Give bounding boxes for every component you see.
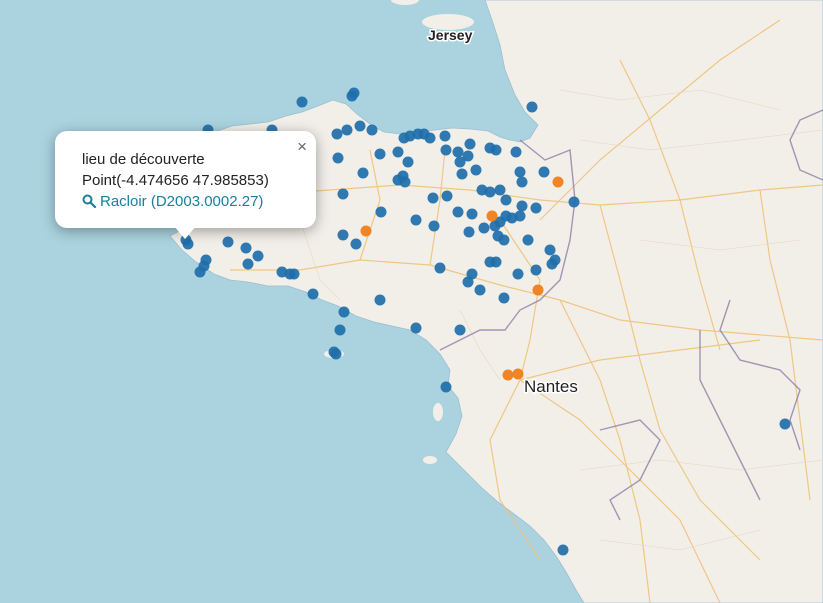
- popup-tip: [174, 226, 196, 239]
- map-marker-blue-62[interactable]: [512, 268, 524, 280]
- map-marker-blue-39[interactable]: [402, 156, 414, 168]
- map-marker-blue-9[interactable]: [332, 152, 344, 164]
- map-marker-blue-2[interactable]: [348, 87, 360, 99]
- map-marker-blue-10[interactable]: [337, 188, 349, 200]
- map-marker-blue-7[interactable]: [354, 120, 366, 132]
- map-marker-blue-64[interactable]: [484, 256, 496, 268]
- popup-close-button[interactable]: ×: [297, 137, 307, 157]
- map-marker-blue-95[interactable]: [779, 418, 791, 430]
- map-marker-blue-27[interactable]: [470, 164, 482, 176]
- map-marker-blue-42[interactable]: [441, 190, 453, 202]
- label-jersey: Jersey: [428, 27, 473, 43]
- map-marker-blue-20[interactable]: [440, 144, 452, 156]
- map-marker-blue-33[interactable]: [516, 176, 528, 188]
- map-marker-blue-68[interactable]: [498, 292, 510, 304]
- map-marker-blue-70[interactable]: [434, 262, 446, 274]
- map-marker-blue-34[interactable]: [538, 166, 550, 178]
- map-marker-blue-71[interactable]: [337, 229, 349, 241]
- map-marker-blue-58[interactable]: [544, 244, 556, 256]
- map-marker-blue-56[interactable]: [498, 234, 510, 246]
- map-marker-blue-82[interactable]: [194, 266, 206, 278]
- map-marker-blue-96[interactable]: [526, 101, 538, 113]
- map-marker-blue-38[interactable]: [399, 176, 411, 188]
- map-canvas[interactable]: Jersey Nantes: [0, 0, 823, 603]
- popup-coordinates: Point(-4.474656 47.985853): [82, 172, 269, 189]
- search-icon: [82, 194, 97, 209]
- map-marker-blue-12[interactable]: [374, 148, 386, 160]
- map-marker-blue-19[interactable]: [439, 130, 451, 142]
- map-marker-blue-89[interactable]: [410, 322, 422, 334]
- map-marker-blue-41[interactable]: [427, 192, 439, 204]
- map-marker-blue-76[interactable]: [252, 250, 264, 262]
- map-marker-blue-67[interactable]: [474, 284, 486, 296]
- map-marker-blue-84[interactable]: [182, 238, 194, 250]
- map-marker-blue-94[interactable]: [557, 544, 569, 556]
- map-marker-blue-31[interactable]: [494, 184, 506, 196]
- map-marker-blue-44[interactable]: [466, 208, 478, 220]
- map-marker-blue-5[interactable]: [331, 128, 343, 140]
- map-marker-blue-8[interactable]: [366, 124, 378, 136]
- popup-link[interactable]: Racloir (D2003.0002.27): [82, 191, 296, 212]
- map-marker-blue-30[interactable]: [484, 186, 496, 198]
- map-marker-blue-46[interactable]: [478, 222, 490, 234]
- map-popup: × lieu de découverte Point(-4.474656 47.…: [55, 131, 316, 228]
- map-marker-blue-60[interactable]: [546, 258, 558, 270]
- map-marker-orange-5[interactable]: [512, 368, 524, 380]
- map-marker-blue-13[interactable]: [392, 146, 404, 158]
- map-marker-blue-43[interactable]: [452, 206, 464, 218]
- map-marker-blue-93[interactable]: [440, 381, 452, 393]
- map-marker-orange-2[interactable]: [360, 225, 372, 237]
- popup-link-label: Racloir (D2003.0002.27): [100, 193, 264, 210]
- map-marker-blue-72[interactable]: [350, 238, 362, 250]
- map-marker-blue-54[interactable]: [500, 194, 512, 206]
- map-marker-blue-79[interactable]: [288, 268, 300, 280]
- map-marker-blue-45[interactable]: [463, 226, 475, 238]
- map-marker-blue-88[interactable]: [334, 324, 346, 336]
- map-marker-blue-75[interactable]: [242, 258, 254, 270]
- map-marker-blue-52[interactable]: [516, 200, 528, 212]
- map-marker-blue-53[interactable]: [530, 202, 542, 214]
- map-marker-blue-22[interactable]: [462, 150, 474, 162]
- map-marker-blue-18[interactable]: [424, 132, 436, 144]
- map-marker-blue-66[interactable]: [462, 276, 474, 288]
- map-marker-blue-23[interactable]: [464, 138, 476, 150]
- map-marker-blue-86[interactable]: [338, 306, 350, 318]
- map-marker-blue-69[interactable]: [428, 220, 440, 232]
- map-marker-blue-28[interactable]: [456, 168, 468, 180]
- label-nantes: Nantes: [524, 377, 578, 396]
- map-marker-blue-6[interactable]: [341, 124, 353, 136]
- map-marker-blue-85[interactable]: [307, 288, 319, 300]
- map-marker-orange-1[interactable]: [486, 210, 498, 222]
- map-marker-blue-61[interactable]: [530, 264, 542, 276]
- map-marker-orange-3[interactable]: [532, 284, 544, 296]
- island-noirmoutier: [433, 403, 443, 421]
- map-marker-orange-0[interactable]: [552, 176, 564, 188]
- map-marker-blue-40[interactable]: [375, 206, 387, 218]
- map-marker-blue-25[interactable]: [490, 144, 502, 156]
- map-marker-blue-73[interactable]: [222, 236, 234, 248]
- map-marker-blue-32[interactable]: [514, 166, 526, 178]
- map-marker-blue-92[interactable]: [330, 348, 342, 360]
- map-marker-blue-98[interactable]: [452, 146, 464, 158]
- map-marker-blue-90[interactable]: [454, 324, 466, 336]
- map-marker-blue-26[interactable]: [510, 146, 522, 158]
- map-marker-blue-51[interactable]: [514, 210, 526, 222]
- island-yeu: [423, 456, 437, 464]
- map-marker-blue-11[interactable]: [357, 167, 369, 179]
- map-marker-blue-57[interactable]: [522, 234, 534, 246]
- map-marker-blue-97[interactable]: [410, 214, 422, 226]
- map-marker-blue-74[interactable]: [240, 242, 252, 254]
- map-marker-blue-35[interactable]: [568, 196, 580, 208]
- popup-title: lieu de découverte: [82, 151, 205, 168]
- map-marker-blue-0[interactable]: [296, 96, 308, 108]
- map-marker-blue-87[interactable]: [374, 294, 386, 306]
- map-marker-orange-4[interactable]: [502, 369, 514, 381]
